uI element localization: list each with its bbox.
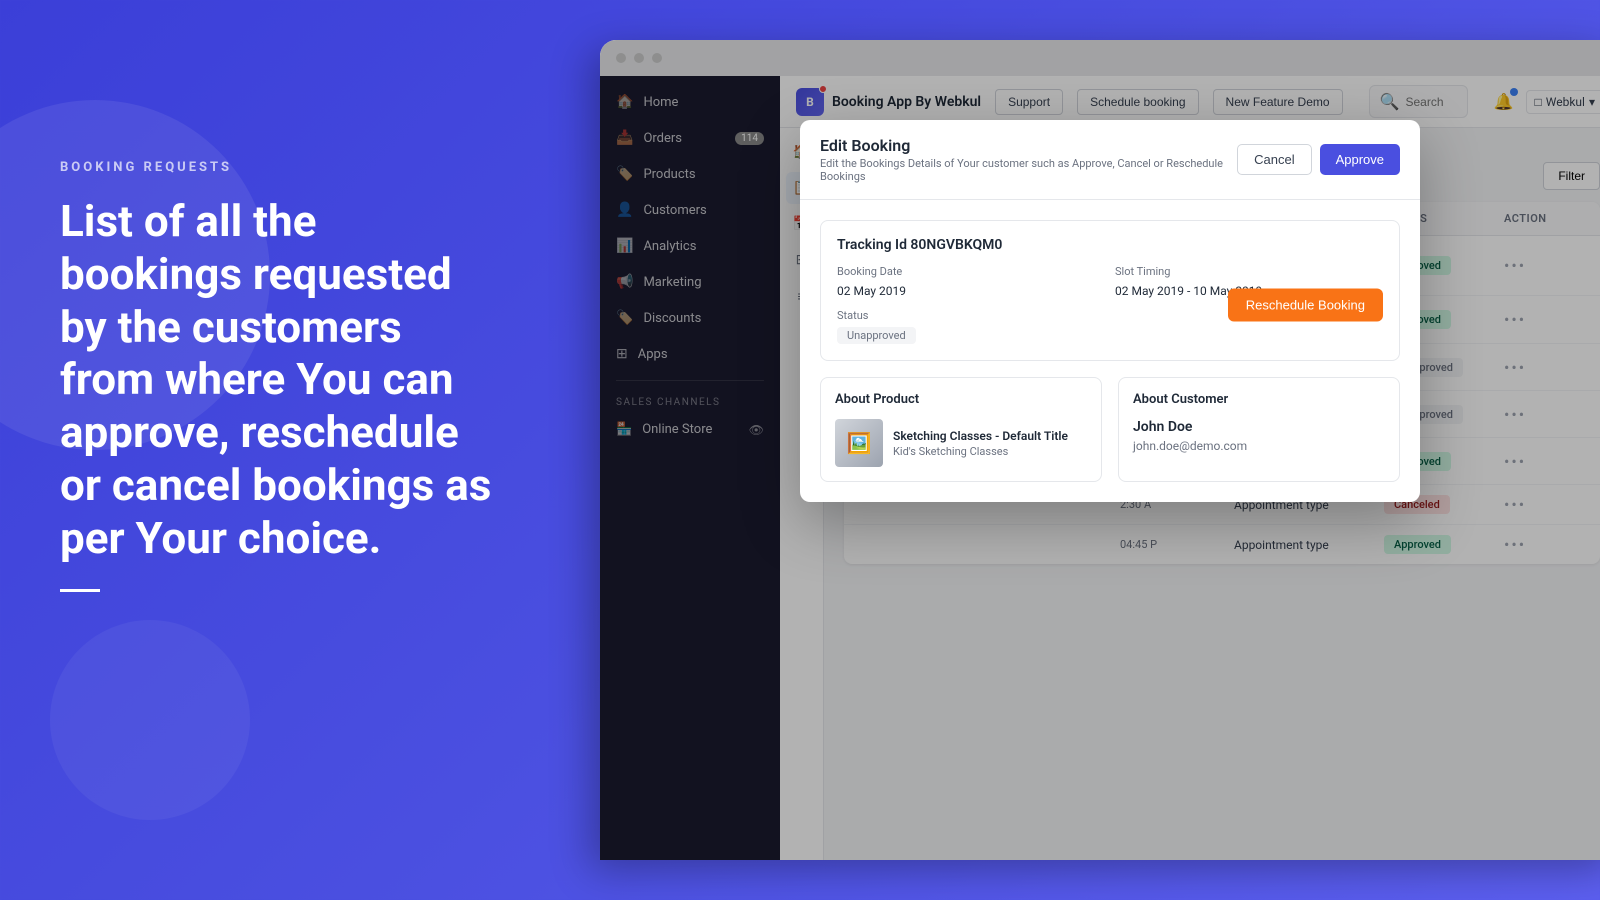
- tracking-fields: Booking Date 02 May 2019 Slot Timing 02 …: [837, 265, 1383, 344]
- left-panel: BOOKING REQUESTS List of all the booking…: [60, 160, 500, 592]
- about-customer-title: About Customer: [1133, 392, 1385, 407]
- edit-booking-modal: Edit Booking Edit the Bookings Details o…: [824, 128, 1420, 502]
- browser-window: 🏠 Home 📥 Orders 114 🏷️ Products 👤 Custom…: [600, 40, 1600, 860]
- bg-decoration-2: [50, 620, 250, 820]
- slot-timing-label: Slot Timing: [1115, 265, 1383, 278]
- modal-subtitle: Edit the Bookings Details of Your custom…: [824, 157, 1237, 183]
- modal-actions: Cancel Approve: [1237, 144, 1400, 175]
- left-title: List of all the bookings requested by th…: [60, 195, 500, 565]
- modal-overlay: Edit Booking Edit the Bookings Details o…: [824, 128, 1600, 860]
- product-name: Sketching Classes - Default Title: [893, 429, 1068, 443]
- product-image-placeholder: 🖼️: [835, 419, 883, 467]
- product-subtitle: Kid's Sketching Classes: [893, 445, 1068, 458]
- customer-email-modal: john.doe@demo.com: [1133, 439, 1385, 453]
- product-row: 🖼️ Sketching Classes - Default Title Kid…: [835, 419, 1087, 467]
- product-info: Sketching Classes - Default Title Kid's …: [893, 429, 1068, 458]
- status-value: Unapproved: [837, 327, 916, 344]
- booking-date-label: Booking Date: [837, 265, 1105, 278]
- booking-date-field: Booking Date 02 May 2019: [837, 265, 1105, 299]
- tracking-section: Tracking Id 80NGVBKQM0 Booking Date 02 M…: [824, 220, 1400, 361]
- modal-bottom-grid: About Product 🖼️ Sketching Classes - Def…: [824, 377, 1400, 482]
- about-product-title: About Product: [835, 392, 1087, 407]
- tracking-id: Tracking Id 80NGVBKQM0: [837, 237, 1383, 253]
- modal-header: Edit Booking Edit the Bookings Details o…: [824, 128, 1420, 200]
- customer-name-modal: John Doe: [1133, 419, 1385, 435]
- product-image: 🖼️: [835, 419, 883, 467]
- booking-date-value: 02 May 2019: [837, 284, 906, 298]
- left-subtitle: BOOKING REQUESTS: [60, 160, 500, 175]
- reschedule-booking-button[interactable]: Reschedule Booking: [1228, 288, 1383, 321]
- about-product-card: About Product 🖼️ Sketching Classes - Def…: [824, 377, 1102, 482]
- left-divider: [60, 589, 100, 592]
- booking-area: Booking View all Your customer bookings …: [824, 128, 1600, 860]
- modal-title: Edit Booking: [824, 136, 1237, 155]
- status-label: Status: [837, 309, 1105, 322]
- about-customer-card: About Customer John Doe john.doe@demo.co…: [1118, 377, 1400, 482]
- modal-approve-button[interactable]: Approve: [1320, 144, 1400, 175]
- modal-cancel-button[interactable]: Cancel: [1237, 144, 1311, 175]
- modal-body: Tracking Id 80NGVBKQM0 Booking Date 02 M…: [824, 200, 1420, 502]
- status-field: Status Unapproved: [837, 309, 1105, 344]
